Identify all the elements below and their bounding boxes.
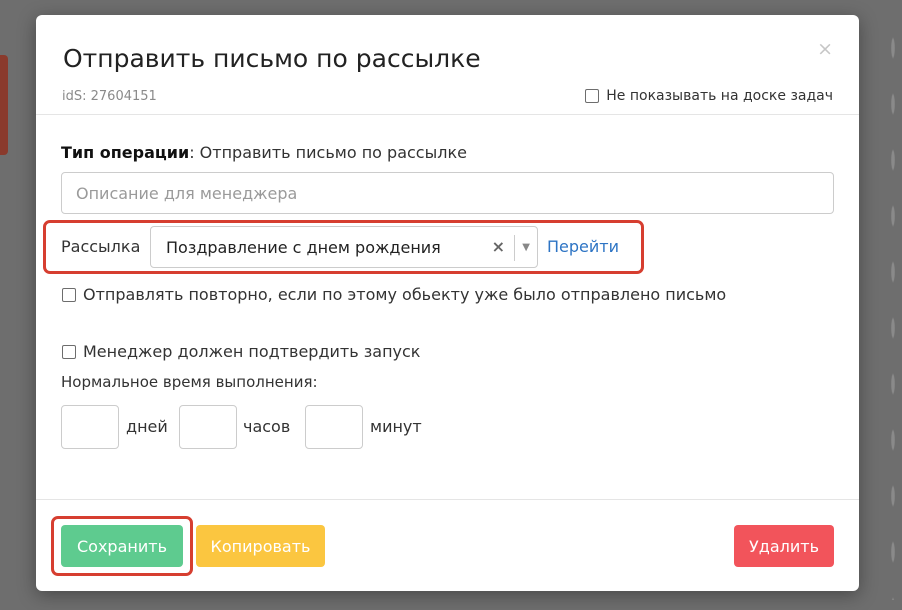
hours-input[interactable] — [179, 405, 237, 449]
mailing-row: Рассылка Поздравление с днем рождения × … — [61, 226, 661, 270]
minutes-label: минут — [370, 417, 422, 436]
modal-footer: Сохранить Копировать Удалить — [36, 499, 859, 591]
copy-button[interactable]: Копировать — [196, 525, 325, 567]
operation-type: Тип операции: Отправить письмо по рассыл… — [61, 143, 467, 162]
background-accent — [0, 55, 8, 155]
background-pattern — [888, 20, 898, 600]
select-divider — [514, 235, 515, 261]
clear-icon[interactable]: × — [492, 237, 505, 256]
modal-title: Отправить письмо по рассылке — [63, 44, 481, 73]
mailing-selected-value: Поздравление с днем рождения — [166, 238, 441, 257]
mailing-select[interactable]: Поздравление с днем рождения × ▼ — [150, 226, 538, 268]
days-label: дней — [126, 417, 168, 436]
ids-label: idS: 27604151 — [62, 89, 157, 104]
send-mailing-modal: Отправить письмо по рассылке × idS: 2760… — [36, 15, 859, 591]
normal-time-label: Нормальное время выполнения: — [61, 373, 318, 391]
hide-on-board-checkbox[interactable] — [585, 89, 600, 103]
minutes-input[interactable] — [305, 405, 363, 449]
days-input[interactable] — [61, 405, 119, 449]
operation-type-label: Тип операции — [61, 143, 190, 162]
confirm-launch-option[interactable]: Менеджер должен подтвердить запуск — [62, 342, 420, 361]
hide-on-board-label: Не показывать на доске задач — [606, 88, 833, 104]
operation-type-value: : Отправить письмо по рассылке — [189, 143, 467, 162]
resend-checkbox[interactable] — [62, 287, 76, 302]
goto-mailing-link[interactable]: Перейти — [547, 237, 619, 256]
modal-header: Отправить письмо по рассылке × idS: 2760… — [36, 15, 859, 115]
resend-label: Отправлять повторно, если по этому обьек… — [83, 285, 727, 304]
confirm-launch-checkbox[interactable] — [62, 344, 76, 359]
mailing-label: Рассылка — [61, 237, 141, 256]
confirm-launch-label: Менеджер должен подтвердить запуск — [83, 342, 421, 361]
close-icon[interactable]: × — [817, 40, 833, 59]
hide-on-board-option[interactable]: Не показывать на доске задач — [585, 88, 833, 104]
chevron-down-icon[interactable]: ▼ — [522, 242, 530, 253]
hours-label: часов — [243, 417, 291, 436]
delete-button[interactable]: Удалить — [734, 525, 834, 567]
manager-description-input[interactable] — [61, 172, 834, 214]
save-button[interactable]: Сохранить — [61, 525, 183, 567]
resend-option[interactable]: Отправлять повторно, если по этому обьек… — [62, 285, 726, 304]
